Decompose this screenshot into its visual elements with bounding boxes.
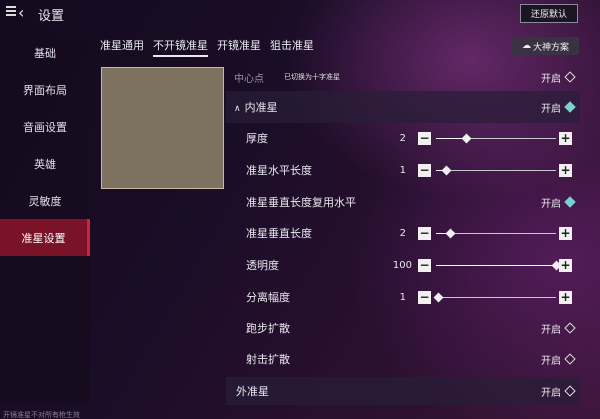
opacity-value: 100 bbox=[392, 259, 412, 271]
separation-label: 分离幅度 bbox=[246, 291, 290, 304]
opacity-row: 透明度 100 − + bbox=[226, 252, 580, 278]
slider-thumb[interactable] bbox=[461, 133, 472, 144]
vertical-length-slider[interactable] bbox=[436, 228, 556, 239]
slider-thumb[interactable] bbox=[441, 165, 452, 176]
center-dot-label: 中心点 bbox=[234, 73, 264, 85]
opacity-label: 透明度 bbox=[246, 259, 279, 272]
vertical-reuse-label: 准星垂直长度复用水平 bbox=[246, 196, 356, 209]
sidebar-item-layout[interactable]: 界面布局 bbox=[0, 71, 90, 108]
menu-icon[interactable] bbox=[6, 6, 16, 18]
footnote: 开镜准星不对所有枪生效 bbox=[3, 411, 80, 419]
run-spread-row: 跑步扩散 开启 bbox=[226, 315, 580, 341]
horizontal-length-plus-button[interactable]: + bbox=[559, 163, 572, 177]
center-dot-row: 中心点 已切换为十字准星 开启 bbox=[226, 67, 580, 87]
settings-panel: 中心点 已切换为十字准星 开启 ∧ 内准星 开启 厚度 2 − + 准星水平长度 … bbox=[226, 63, 580, 405]
vertical-reuse-toggle[interactable]: 开启 bbox=[541, 195, 576, 210]
horizontal-length-value: 1 bbox=[399, 164, 406, 176]
outer-crosshair-label: 外准星 bbox=[236, 385, 269, 398]
inner-crosshair-label: 内准星 bbox=[244, 101, 278, 114]
back-arrow-icon[interactable]: ‹ bbox=[18, 3, 24, 22]
inner-crosshair-row[interactable]: ∧ 内准星 开启 bbox=[226, 91, 580, 123]
shoot-spread-toggle[interactable]: 开启 bbox=[541, 352, 576, 367]
horizontal-length-row: 准星水平长度 1 − + bbox=[226, 157, 580, 183]
shoot-spread-label: 射击扩散 bbox=[246, 353, 290, 366]
separation-minus-button[interactable]: − bbox=[418, 290, 431, 304]
diamond-on-icon bbox=[564, 196, 576, 208]
tab-sniper-crosshair[interactable]: 狙击准星 bbox=[270, 37, 314, 57]
diamond-icon bbox=[564, 385, 576, 397]
sidebar-item-audio-video[interactable]: 音画设置 bbox=[0, 108, 90, 145]
horizontal-length-slider[interactable] bbox=[436, 165, 556, 176]
thickness-minus-button[interactable]: − bbox=[418, 131, 431, 145]
sidebar: 基础 界面布局 音画设置 英雄 灵敏度 准星设置 bbox=[0, 34, 90, 404]
vertical-length-label: 准星垂直长度 bbox=[246, 227, 312, 240]
separation-row: 分离幅度 1 − + bbox=[226, 284, 580, 310]
separation-value: 1 bbox=[399, 291, 406, 303]
sidebar-item-sensitivity[interactable]: 灵敏度 bbox=[0, 182, 90, 219]
thickness-value: 2 bbox=[399, 132, 406, 144]
page-title: 设置 bbox=[38, 9, 65, 24]
opacity-minus-button[interactable]: − bbox=[418, 258, 431, 272]
diamond-icon bbox=[564, 322, 576, 334]
sidebar-item-crosshair[interactable]: 准星设置 bbox=[0, 219, 90, 256]
vertical-length-minus-button[interactable]: − bbox=[418, 226, 431, 240]
tab-bar: 准星通用 不开镜准星 开镜准星 狙击准星 bbox=[100, 37, 323, 57]
separation-slider[interactable] bbox=[433, 292, 556, 303]
sidebar-item-basic[interactable]: 基础 bbox=[0, 34, 90, 71]
master-scheme-button[interactable]: ☁ 大神方案 bbox=[512, 37, 579, 55]
separation-plus-button[interactable]: + bbox=[559, 290, 572, 304]
tab-crosshair-general[interactable]: 准星通用 bbox=[100, 37, 144, 57]
thickness-row: 厚度 2 − + bbox=[226, 125, 580, 151]
opacity-slider[interactable] bbox=[436, 260, 562, 271]
diamond-icon bbox=[564, 353, 576, 365]
shoot-spread-row: 射击扩散 开启 bbox=[226, 346, 580, 372]
run-spread-label: 跑步扩散 bbox=[246, 322, 290, 335]
top-bar: ‹ 设置 还原默认 bbox=[0, 0, 600, 28]
opacity-plus-button[interactable]: + bbox=[559, 258, 572, 272]
run-spread-toggle[interactable]: 开启 bbox=[541, 321, 576, 336]
inner-crosshair-toggle[interactable]: 开启 bbox=[541, 100, 576, 115]
reset-default-button[interactable]: 还原默认 bbox=[520, 4, 578, 23]
sidebar-item-hero[interactable]: 英雄 bbox=[0, 145, 90, 182]
cloud-icon: ☁ bbox=[521, 41, 531, 51]
slider-thumb[interactable] bbox=[445, 228, 456, 239]
tab-no-scope-crosshair[interactable]: 不开镜准星 bbox=[153, 37, 208, 57]
center-dot-toggle[interactable]: 开启 bbox=[541, 70, 576, 85]
slider-thumb[interactable] bbox=[433, 292, 444, 303]
thickness-label: 厚度 bbox=[246, 132, 268, 145]
tab-scope-crosshair[interactable]: 开镜准星 bbox=[217, 37, 261, 57]
diamond-on-icon bbox=[564, 101, 576, 113]
crosshair-preview bbox=[101, 67, 224, 189]
vertical-reuse-row: 准星垂直长度复用水平 开启 bbox=[226, 189, 580, 215]
outer-crosshair-toggle[interactable]: 开启 bbox=[541, 384, 576, 399]
vertical-length-value: 2 bbox=[399, 227, 406, 239]
chevron-up-icon: ∧ bbox=[234, 104, 241, 114]
horizontal-length-minus-button[interactable]: − bbox=[418, 163, 431, 177]
center-dot-hint: 已切换为十字准星 bbox=[284, 73, 340, 81]
vertical-length-row: 准星垂直长度 2 − + bbox=[226, 220, 580, 246]
thickness-plus-button[interactable]: + bbox=[559, 131, 572, 145]
horizontal-length-label: 准星水平长度 bbox=[246, 164, 312, 177]
thickness-slider[interactable] bbox=[436, 133, 556, 144]
vertical-length-plus-button[interactable]: + bbox=[559, 226, 572, 240]
diamond-icon bbox=[564, 71, 576, 83]
outer-crosshair-row[interactable]: 外准星 开启 bbox=[226, 377, 580, 405]
